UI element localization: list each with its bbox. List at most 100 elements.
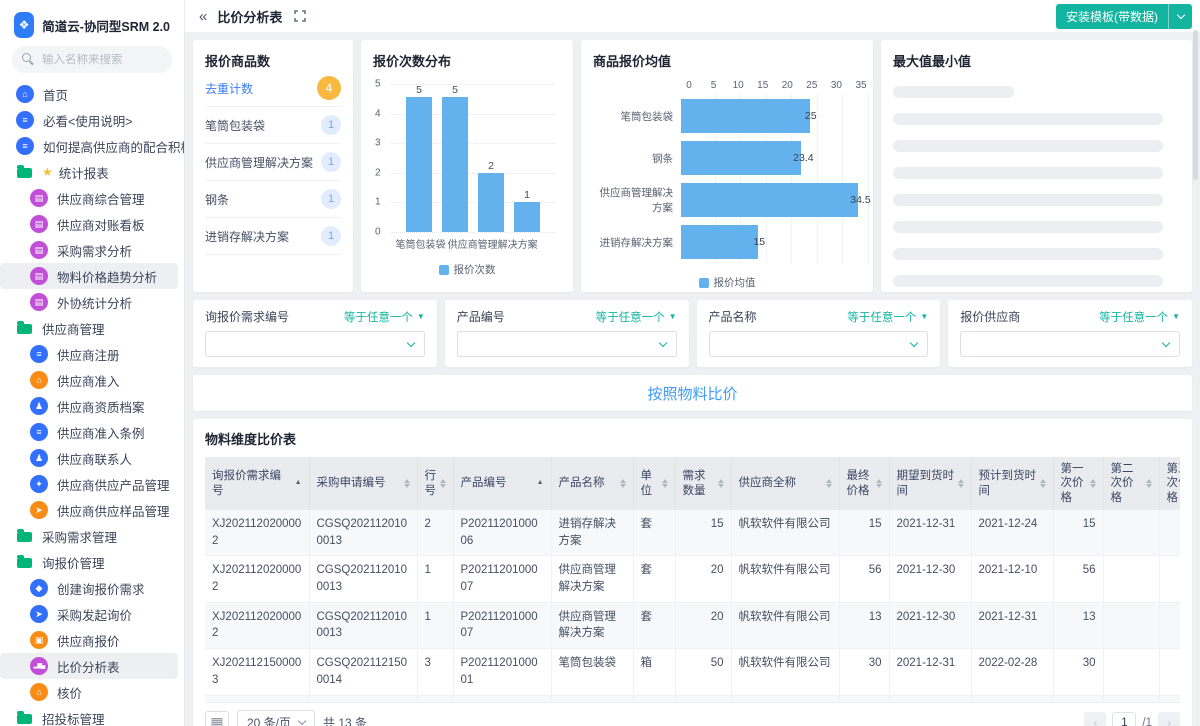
quote-count-row[interactable]: 去重计数 4	[205, 70, 341, 107]
sidebar-item[interactable]: ➤ 供应商供应样品管理	[0, 497, 178, 523]
filter-select[interactable]	[205, 331, 425, 357]
fullscreen-icon[interactable]	[294, 10, 307, 22]
sidebar-item[interactable]: ≡ 必看<使用说明>	[0, 107, 178, 133]
column-header[interactable]: 产品名称	[551, 457, 634, 511]
column-header-label: 询报价需求编号	[212, 470, 281, 497]
column-header[interactable]: 第二次价格	[1103, 457, 1160, 511]
filter-operator-button[interactable]: 等于任意一个 ▼	[344, 309, 425, 325]
install-template-dropdown[interactable]	[1168, 3, 1192, 29]
filter-select[interactable]	[708, 331, 929, 357]
dashboard-icon: ▤	[30, 267, 48, 285]
column-header[interactable]: 需求数量	[675, 457, 732, 511]
sort-icon[interactable]	[1145, 479, 1152, 489]
sidebar-item-label: 外协统计分析	[57, 296, 133, 311]
column-header[interactable]: 第三次价格	[1159, 457, 1181, 511]
skeleton-row	[893, 248, 1163, 260]
filter-operator-button[interactable]: 等于任意一个 ▼	[1099, 309, 1180, 325]
sidebar-item-label: 统计报表	[58, 166, 109, 181]
folder-icon	[17, 555, 32, 568]
sort-icon[interactable]	[619, 479, 626, 489]
bar-track: 34.5	[681, 183, 871, 217]
bar-value-label: 25	[804, 110, 817, 122]
sidebar-item[interactable]: 采购需求管理	[0, 523, 178, 549]
sidebar-item[interactable]: ▤ 供应商综合管理	[0, 185, 178, 211]
y-tick-label: 4	[375, 108, 381, 120]
filter-select[interactable]	[456, 331, 677, 357]
filter-select[interactable]	[960, 331, 1180, 357]
sort-icon[interactable]	[825, 479, 832, 489]
install-template-button[interactable]: 安装模板(带数据)	[1056, 3, 1192, 29]
sort-asc-icon[interactable]: ▲	[537, 479, 544, 488]
sidebar-item[interactable]: ≡ 如何提高供应商的配合积极性?	[0, 133, 184, 159]
sidebar-item[interactable]: ★ 统计报表	[0, 159, 178, 185]
prev-page-button[interactable]: ‹	[1084, 711, 1107, 726]
sidebar-item[interactable]: ⌂ 供应商准入	[0, 367, 178, 393]
sidebar-item[interactable]: ▤ 采购需求分析	[0, 237, 178, 263]
search-input[interactable]	[42, 53, 162, 66]
sidebar-item[interactable]: ▤ 物料价格趋势分析	[0, 263, 178, 289]
column-header-label: 预计到货时间	[978, 470, 1037, 497]
sidebar-item[interactable]: ≡ 供应商注册	[0, 341, 178, 367]
column-header[interactable]: 采购申请编号	[309, 457, 418, 511]
column-header[interactable]: 单位	[633, 457, 676, 511]
quote-times-chart-card: 报价次数分布 0 1 2 3 4 5 5 5 2 1 笔筒包装袋 供应商管理解决方案 报价次数	[361, 40, 573, 292]
sidebar-item[interactable]: ⌂ 首页	[0, 81, 178, 107]
quote-count-row[interactable]: 钢条 1	[205, 181, 341, 218]
table-cell: XJ2021120200002	[205, 602, 310, 650]
sidebar-search[interactable]	[12, 46, 172, 73]
sidebar-item[interactable]: ✦ 供应商供应产品管理	[0, 471, 178, 497]
sidebar-item[interactable]: ▂▆▄ 比价分析表	[0, 653, 178, 679]
sidebar-item[interactable]: ▤ 供应商对账看板	[0, 211, 178, 237]
column-header[interactable]: 预计到货时间	[971, 457, 1054, 511]
sidebar-item-label: 供应商准入条例	[57, 426, 145, 441]
column-header[interactable]: 行号	[417, 457, 454, 511]
column-header[interactable]: 第一次价格	[1053, 457, 1104, 511]
sidebar-item[interactable]: ⌂ 核价	[0, 679, 178, 705]
sidebar-item[interactable]: ▤ 外协统计分析	[0, 289, 178, 315]
sort-icon[interactable]	[717, 479, 724, 489]
sort-icon[interactable]	[1039, 479, 1046, 489]
column-header[interactable]: 询报价需求编号 ▲	[205, 457, 310, 511]
sidebar-item[interactable]: 招投标管理	[0, 705, 178, 726]
dashboard-icon: ▤	[30, 293, 48, 311]
sort-icon[interactable]	[957, 479, 964, 489]
quote-count-row[interactable]: 笔筒包装袋 1	[205, 107, 341, 144]
sort-asc-icon[interactable]: ▲	[295, 479, 302, 488]
sidebar-item[interactable]: ♟ 供应商资质档案	[0, 393, 178, 419]
table-cell: 套	[633, 602, 676, 650]
column-header-inner: 第三次价格	[1167, 462, 1181, 505]
column-header[interactable]: 产品编号 ▲	[453, 457, 552, 511]
quote-count-row[interactable]: 供应商管理解决方案 1	[205, 144, 341, 181]
filter-card: 产品编号 等于任意一个 ▼	[444, 300, 689, 367]
sidebar-item[interactable]: 供应商管理	[0, 315, 178, 341]
page-size-select[interactable]: 20 条/页	[237, 709, 316, 726]
sidebar-item[interactable]: ▣ 供应商报价	[0, 627, 178, 653]
column-header[interactable]: 最终价格	[839, 457, 890, 511]
table-row: XJ2021120200002 CGSQ2021120100013 1 P202112…	[205, 555, 1180, 603]
sort-icon[interactable]	[661, 479, 668, 489]
sort-icon[interactable]	[875, 479, 882, 489]
sidebar-item[interactable]: 询报价管理	[0, 549, 178, 575]
sidebar-item[interactable]: ◆ 创建询报价需求	[0, 575, 178, 601]
dropdown-triangle-icon: ▼	[416, 312, 425, 321]
page-scrollbar[interactable]	[1193, 30, 1198, 180]
filter-operator-button[interactable]: 等于任意一个 ▼	[847, 309, 928, 325]
sort-icon[interactable]	[1089, 479, 1096, 489]
bar-value-label: 34.5	[850, 194, 871, 206]
next-page-button[interactable]: ›	[1158, 711, 1180, 726]
sidebar-item-label: 供应商对账看板	[57, 218, 145, 233]
quote-count-row[interactable]: 进销存解决方案 1	[205, 218, 341, 255]
filter-operator-button[interactable]: 等于任意一个 ▼	[596, 309, 677, 325]
table-cell: XJ2021120200002	[205, 510, 310, 557]
sort-icon[interactable]	[439, 479, 446, 489]
sidebar-item[interactable]: ♟ 供应商联系人	[0, 445, 178, 471]
sidebar-item[interactable]: ≡ 供应商准入条例	[0, 419, 178, 445]
y-tick-label: 1	[375, 196, 381, 208]
collapse-sidebar-icon[interactable]: «	[199, 8, 207, 25]
sort-icon[interactable]	[403, 479, 410, 489]
sidebar-item[interactable]: ➤ 采购发起询价	[0, 601, 178, 627]
column-settings-icon[interactable]: ▦	[205, 710, 229, 726]
current-page[interactable]: 1	[1112, 711, 1137, 726]
column-header[interactable]: 供应商全称	[731, 457, 840, 511]
column-header[interactable]: 期望到货时间	[889, 457, 972, 511]
